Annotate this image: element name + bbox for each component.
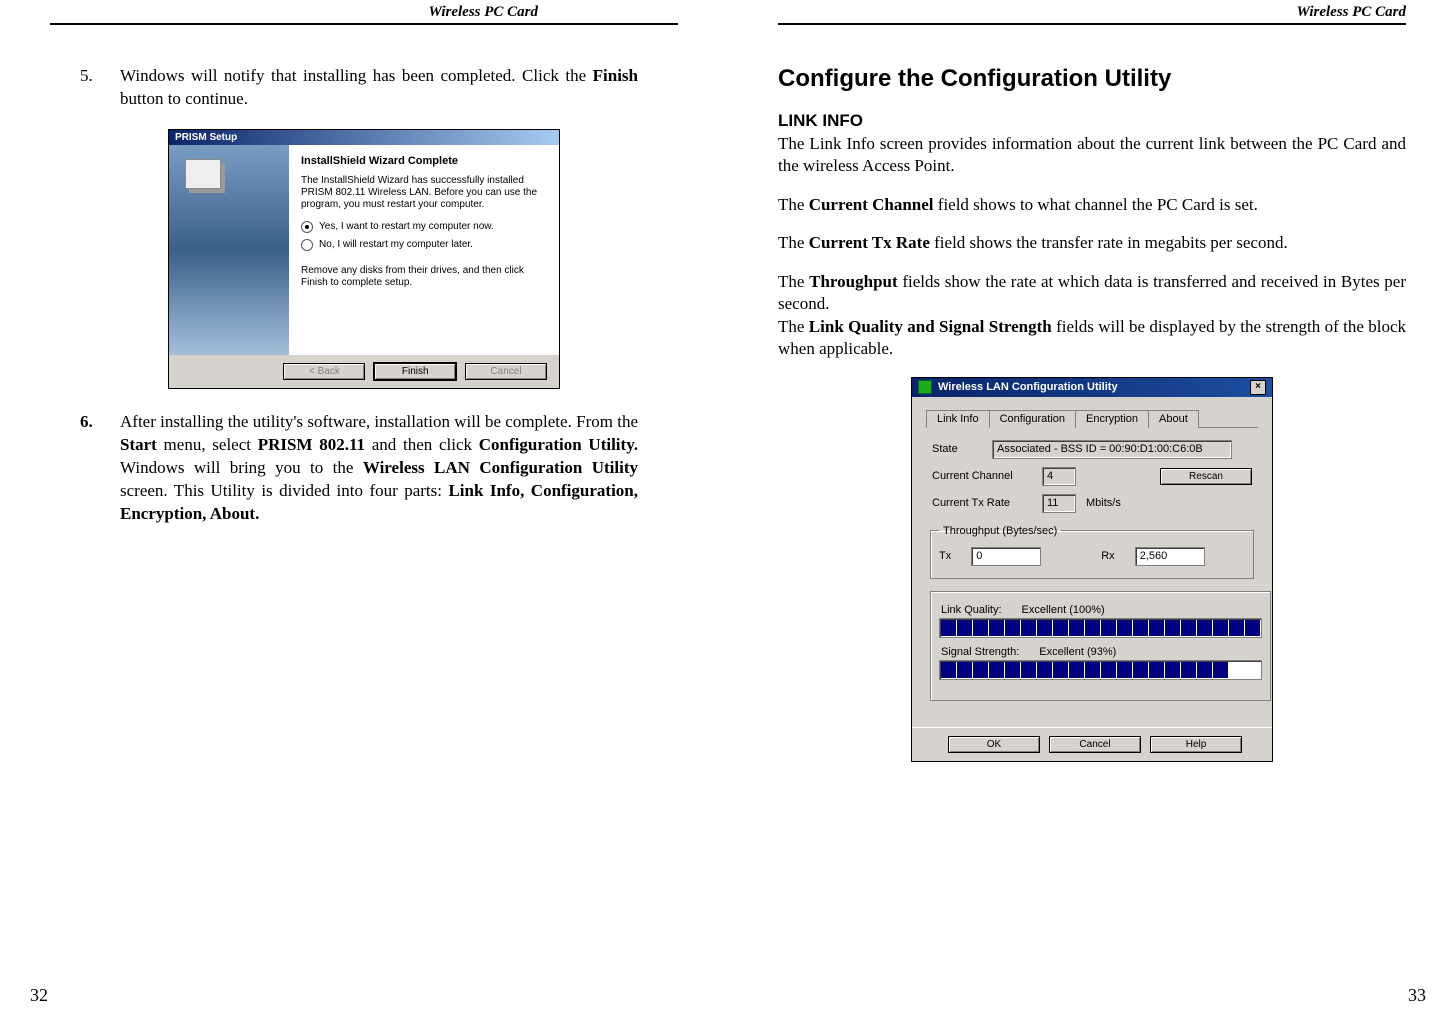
- close-icon[interactable]: ×: [1250, 380, 1266, 395]
- arc-icon: [169, 205, 289, 355]
- page-number-left: 32: [30, 985, 48, 1006]
- step-5-number: 5.: [80, 65, 120, 111]
- s6-b4: Wireless LAN Configuration Utility: [363, 458, 638, 477]
- tx-label: Tx: [939, 550, 951, 562]
- channel-label: Current Channel: [932, 470, 1032, 482]
- p5a: The: [778, 317, 809, 336]
- subsection-heading: LINK INFO: [778, 111, 1406, 131]
- tab-strip: Link Info Configuration Encryption About: [926, 409, 1258, 428]
- signal-strength-bar: [939, 660, 1262, 680]
- radio-no-label: No, I will restart my computer later.: [319, 239, 473, 250]
- wlan-cancel-button[interactable]: Cancel: [1049, 736, 1141, 753]
- state-label: State: [932, 443, 982, 455]
- rx-field: 2,560: [1135, 547, 1205, 566]
- linkinfo-p1: The Link Info screen provides informatio…: [778, 133, 1406, 178]
- step-5-bold: Finish: [593, 66, 638, 85]
- throughput-group: Throughput (Bytes/sec) Tx 0 Rx 2,560: [930, 525, 1254, 579]
- throughput-legend: Throughput (Bytes/sec): [939, 525, 1061, 537]
- p3c: field shows the transfer rate in megabit…: [930, 233, 1288, 252]
- link-quality-label: Link Quality:: [941, 604, 1002, 616]
- prism-desc: The InstallShield Wizard has successfull…: [301, 175, 547, 211]
- box-icon: [185, 159, 221, 189]
- radio-restart-later[interactable]: No, I will restart my computer later.: [301, 239, 547, 251]
- prism-setup-figure: PRISM Setup InstallShield Wizard Complet…: [50, 129, 678, 389]
- signal-strength-value: Excellent (93%): [1039, 646, 1116, 658]
- s6-t4: Windows will bring you to the: [120, 458, 363, 477]
- step-5-text-a: Windows will notify that installing has …: [120, 66, 593, 85]
- wlan-titlebar: Wireless LAN Configuration Utility ×: [912, 378, 1272, 397]
- help-button[interactable]: Help: [1150, 736, 1242, 753]
- ok-button[interactable]: OK: [948, 736, 1040, 753]
- wlan-title-text: Wireless LAN Configuration Utility: [938, 381, 1118, 393]
- p3b: Current Tx Rate: [809, 233, 930, 252]
- txrate-label: Current Tx Rate: [932, 497, 1032, 509]
- tab-configuration[interactable]: Configuration: [989, 410, 1076, 428]
- txrate-field: 11: [1042, 494, 1076, 513]
- p2c: field shows to what channel the PC Card …: [934, 195, 1258, 214]
- s6-t2: menu, select: [157, 435, 258, 454]
- page-number-right: 33: [1408, 985, 1426, 1006]
- step-5-text-b: button to continue.: [120, 89, 248, 108]
- state-field: Associated - BSS ID = 00:90:D1:00:C6:0B: [992, 440, 1232, 459]
- tx-field: 0: [971, 547, 1041, 566]
- s6-b2: PRISM 802.11: [258, 435, 365, 454]
- radio-dot-checked-icon: [301, 221, 313, 233]
- s6-b1: Start: [120, 435, 157, 454]
- prism-dialog: PRISM Setup InstallShield Wizard Complet…: [168, 129, 560, 389]
- s6-b3: Configuration Utility.: [479, 435, 638, 454]
- p2b: Current Channel: [809, 195, 934, 214]
- radio-restart-now[interactable]: Yes, I want to restart my computer now.: [301, 221, 547, 233]
- p4b: Throughput: [809, 272, 898, 291]
- cancel-button: Cancel: [465, 363, 547, 380]
- radio-yes-label: Yes, I want to restart my computer now.: [319, 221, 494, 232]
- link-quality-bar: [939, 618, 1262, 638]
- tab-about[interactable]: About: [1148, 410, 1199, 428]
- tab-link-info[interactable]: Link Info: [926, 410, 990, 428]
- s6-t5: screen. This Utility is divided into fou…: [120, 481, 448, 500]
- rescan-button[interactable]: Rescan: [1160, 468, 1252, 485]
- wlan-dialog: Wireless LAN Configuration Utility × Lin…: [911, 377, 1273, 762]
- finish-button[interactable]: Finish: [374, 363, 456, 380]
- step-6-number: 6.: [80, 411, 120, 526]
- p5b: Link Quality and Signal Strength: [809, 317, 1052, 336]
- radio-dot-icon: [301, 239, 313, 251]
- step-6: 6. After installing the utility's softwa…: [80, 411, 638, 526]
- tab-encryption[interactable]: Encryption: [1075, 410, 1149, 428]
- p4a: The: [778, 272, 809, 291]
- prism-titlebar: PRISM Setup: [169, 130, 559, 145]
- s6-t1: After installing the utility's software,…: [120, 412, 638, 431]
- section-heading: Configure the Configuration Utility: [778, 65, 1406, 93]
- back-button: < Back: [283, 363, 365, 380]
- channel-field: 4: [1042, 467, 1076, 486]
- running-head-left: Wireless PC Card: [50, 0, 678, 25]
- step-5: 5. Windows will notify that installing h…: [80, 65, 638, 111]
- rx-label: Rx: [1101, 550, 1114, 562]
- prism-remove-disks: Remove any disks from their drives, and …: [301, 265, 547, 289]
- s6-t3: and then click: [365, 435, 479, 454]
- prism-wizard-art: [169, 145, 289, 355]
- txrate-unit: Mbits/s: [1086, 497, 1121, 509]
- p2a: The: [778, 195, 809, 214]
- p3a: The: [778, 233, 809, 252]
- prism-heading: InstallShield Wizard Complete: [301, 155, 547, 167]
- running-head-right: Wireless PC Card: [778, 0, 1406, 25]
- app-icon: [918, 380, 932, 394]
- link-quality-value: Excellent (100%): [1022, 604, 1105, 616]
- wlan-config-figure: Wireless LAN Configuration Utility × Lin…: [778, 377, 1406, 762]
- signal-strength-label: Signal Strength:: [941, 646, 1019, 658]
- quality-group: Link Quality: Excellent (100%) Signal St…: [930, 591, 1271, 701]
